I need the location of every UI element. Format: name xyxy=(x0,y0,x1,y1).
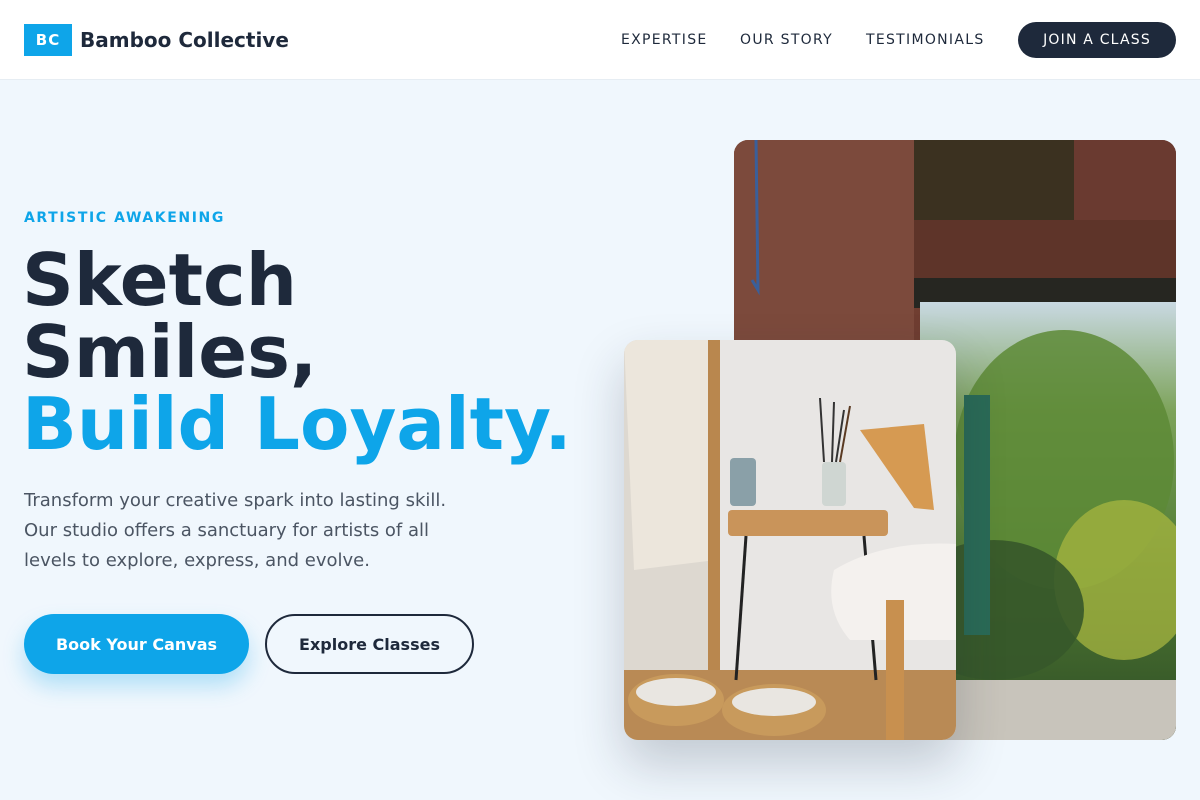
brand-name[interactable]: Bamboo Collective xyxy=(80,28,289,52)
logo-badge[interactable]: BC xyxy=(24,24,72,56)
nav-link-our-story[interactable]: OUR STORY xyxy=(740,31,833,49)
book-canvas-button[interactable]: Book Your Canvas xyxy=(24,614,249,674)
studio-photo-image xyxy=(624,340,956,740)
hero-headline: Sketch Smiles, Build Loyalty. xyxy=(22,244,572,460)
hero-eyebrow: ARTISTIC AWAKENING xyxy=(24,210,225,226)
hero-description: Transform your creative spark into lasti… xyxy=(24,490,447,571)
headline-accent: Build Loyalty. xyxy=(22,382,572,466)
nav-link-expertise[interactable]: EXPERTISE xyxy=(621,31,708,49)
headline-line-1: Sketch xyxy=(22,238,297,322)
art-supplies-easel-photo xyxy=(624,340,956,740)
join-class-button[interactable]: JOIN A CLASS xyxy=(1018,22,1176,58)
headline-line-2: Smiles, xyxy=(22,310,318,394)
nav-link-testimonials[interactable]: TESTIMONIALS xyxy=(866,31,985,49)
explore-classes-button[interactable]: Explore Classes xyxy=(265,614,474,674)
top-navigation-bar: BC Bamboo Collective EXPERTISE OUR STORY… xyxy=(0,0,1200,80)
